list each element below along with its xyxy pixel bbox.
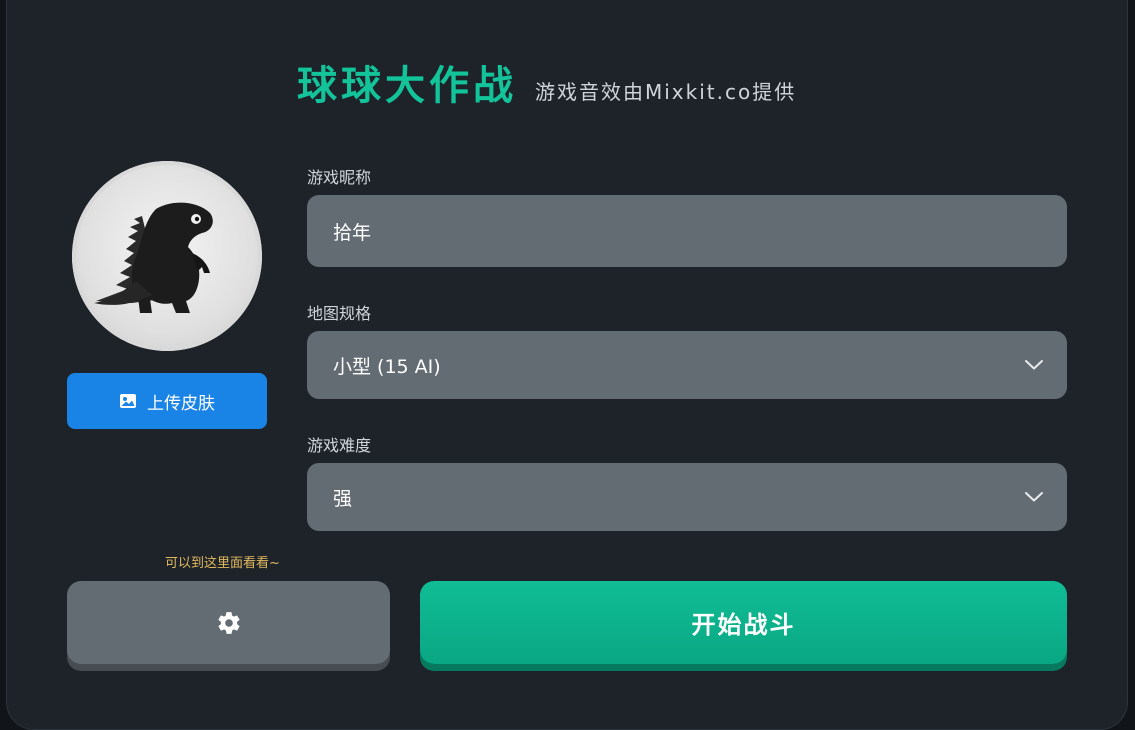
difficulty-select[interactable]: 强 xyxy=(307,463,1067,531)
start-battle-label: 开始战斗 xyxy=(691,611,796,639)
sound-credit: 游戏音效由Mixkit.co提供 xyxy=(535,80,797,104)
nickname-input[interactable]: 拾年 xyxy=(307,195,1067,267)
image-icon xyxy=(120,394,136,408)
dinosaur-avatar-icon xyxy=(94,202,213,313)
settings-hint: 可以到这里面看看~ xyxy=(165,556,280,571)
upload-skin-button[interactable]: 上传皮肤 xyxy=(67,373,267,429)
map-size-select[interactable]: 小型 (15 AI) xyxy=(307,331,1067,399)
map-size-label: 地图规格 xyxy=(307,304,372,323)
map-size-value: 小型 (15 AI) xyxy=(333,355,441,378)
nickname-value: 拾年 xyxy=(333,221,372,244)
settings-button[interactable] xyxy=(67,581,390,664)
chevron-down-icon xyxy=(1025,492,1043,502)
skin-avatar xyxy=(72,161,262,351)
header: 球球大作战 游戏音效由Mixkit.co提供 xyxy=(297,60,796,112)
difficulty-label: 游戏难度 xyxy=(307,436,372,455)
gear-icon xyxy=(217,611,240,634)
start-battle-button[interactable]: 开始战斗 xyxy=(420,581,1067,664)
game-title: 球球大作战 xyxy=(297,63,517,109)
chevron-down-icon xyxy=(1025,360,1043,370)
difficulty-value: 强 xyxy=(333,487,353,510)
upload-skin-label: 上传皮肤 xyxy=(147,393,215,414)
nickname-label: 游戏昵称 xyxy=(307,168,372,187)
